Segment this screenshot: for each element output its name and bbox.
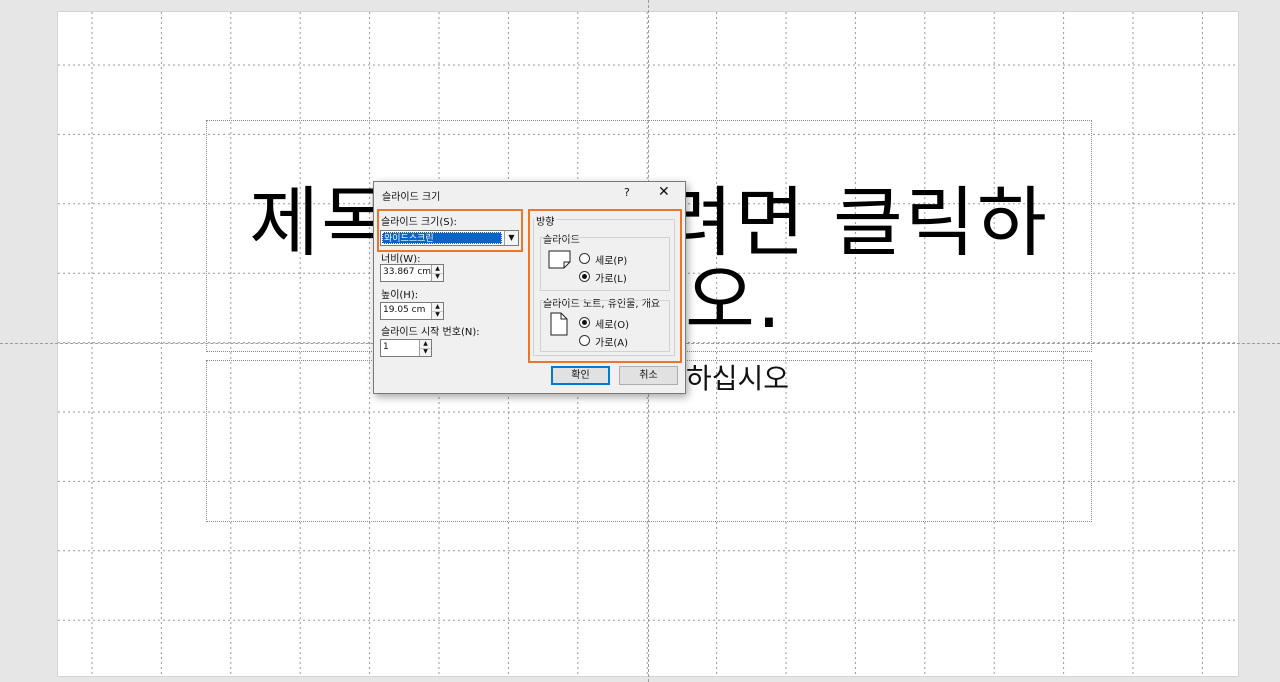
title-line2: 오. — [684, 256, 784, 345]
orientation-label: 방향 — [534, 213, 557, 228]
width-value[interactable]: 33.867 cm — [383, 267, 431, 277]
start-number-down-icon[interactable]: ▼ — [420, 348, 431, 356]
notes-landscape-radio[interactable] — [579, 335, 590, 346]
ok-button[interactable]: 확인 — [551, 366, 610, 385]
start-number-spinner[interactable]: 1 ▲ ▼ — [380, 339, 432, 357]
width-spinner[interactable]: 33.867 cm ▲ ▼ — [380, 264, 444, 282]
start-number-value[interactable]: 1 — [383, 342, 389, 352]
notes-portrait-radio[interactable] — [579, 317, 590, 328]
slides-landscape-radio[interactable] — [579, 271, 590, 282]
height-label: 높이(H): — [381, 290, 419, 301]
portrait-page-icon — [550, 312, 568, 336]
subtitle-text: 하십시오 — [686, 362, 790, 395]
slides-portrait-radio[interactable] — [579, 253, 590, 264]
chevron-down-icon[interactable]: ▼ — [504, 231, 518, 245]
cancel-button[interactable]: 취소 — [619, 366, 678, 385]
slide-size-select[interactable]: 와이드스크린 ▼ — [380, 230, 519, 246]
slides-landscape-label[interactable]: 가로(L) — [595, 270, 627, 285]
help-button[interactable]: ? — [624, 186, 630, 199]
slides-portrait-label[interactable]: 세로(P) — [595, 252, 627, 267]
slide-size-dialog: 슬라이드 크기 ? ✕ 슬라이드 크기(S): 와이드스크린 ▼ 너비(W): … — [373, 181, 686, 394]
height-value[interactable]: 19.05 cm — [383, 305, 425, 315]
width-label: 너비(W): — [381, 254, 421, 265]
size-label: 슬라이드 크기(S): — [381, 217, 457, 228]
width-down-icon[interactable]: ▼ — [432, 273, 443, 281]
height-spinner[interactable]: 19.05 cm ▲ ▼ — [380, 302, 444, 320]
close-button[interactable]: ✕ — [658, 185, 670, 199]
notes-landscape-label[interactable]: 가로(A) — [595, 334, 628, 349]
slide-size-selected: 와이드스크린 — [382, 232, 502, 244]
notes-portrait-label[interactable]: 세로(O) — [595, 316, 629, 331]
start-number-label: 슬라이드 시작 번호(N): — [381, 327, 480, 338]
dialog-title: 슬라이드 크기 — [382, 192, 441, 203]
landscape-page-icon — [548, 250, 571, 269]
height-down-icon[interactable]: ▼ — [432, 311, 443, 319]
